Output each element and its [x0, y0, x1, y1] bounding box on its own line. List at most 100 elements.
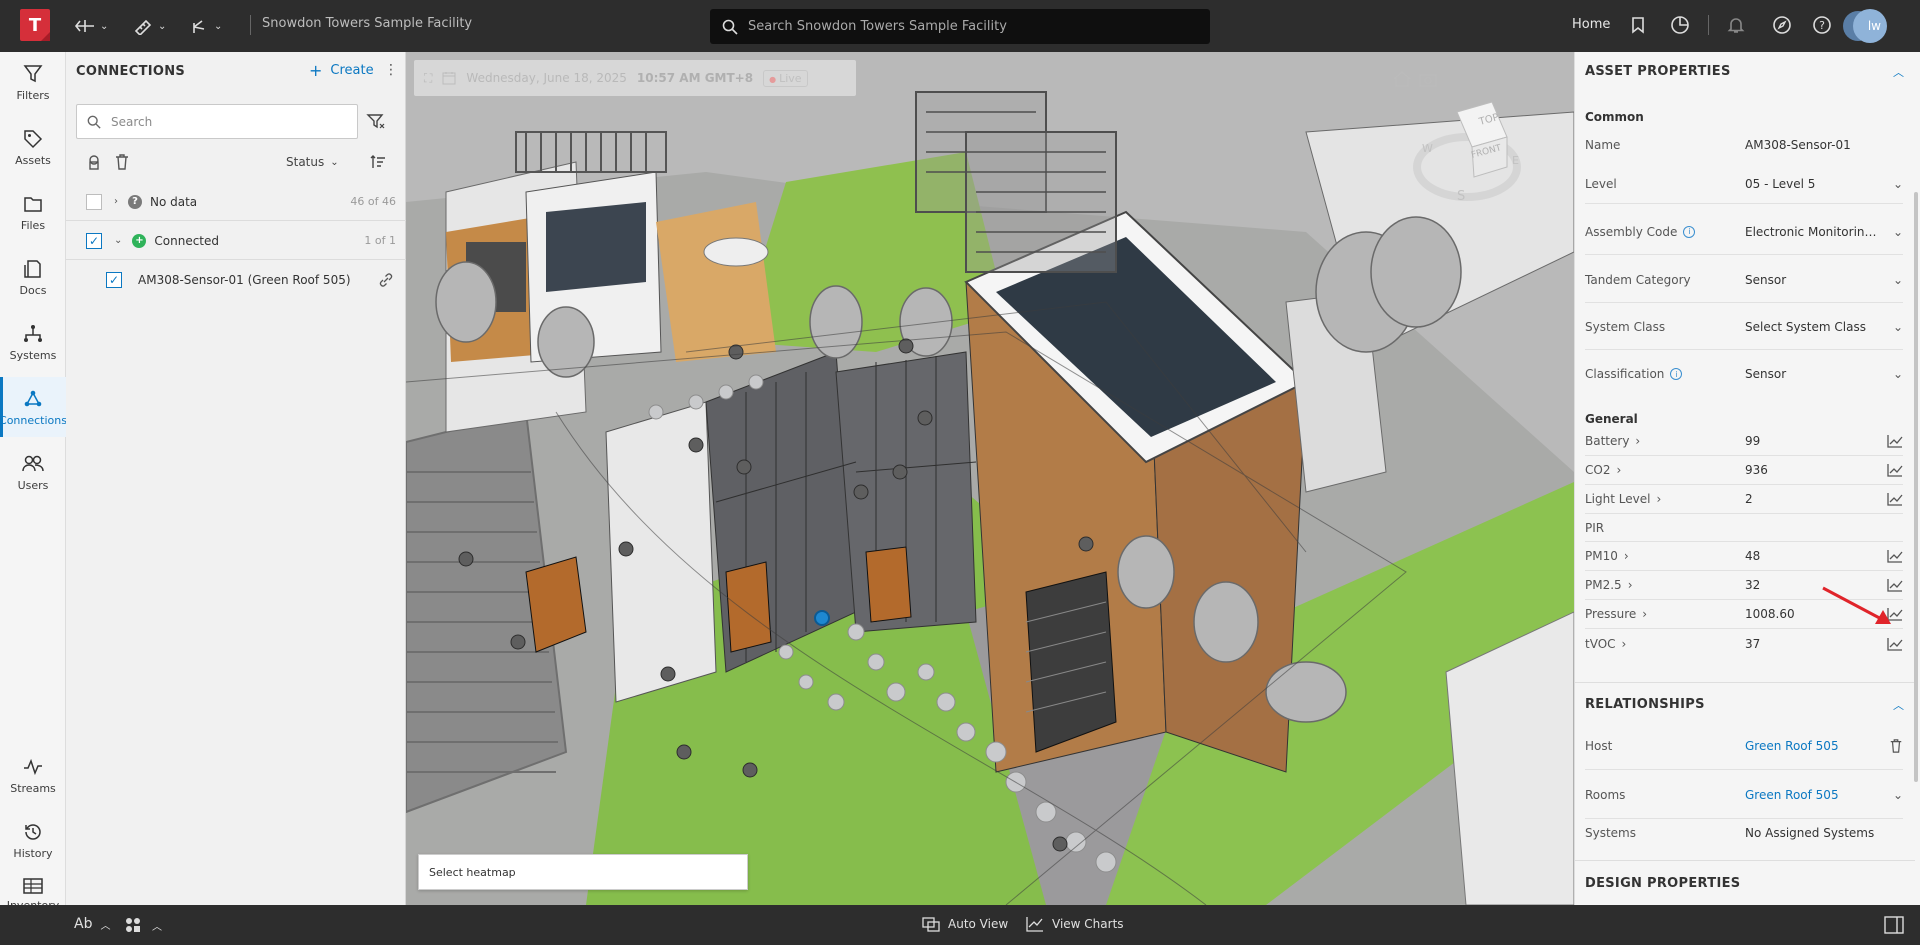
connections-search-input[interactable]: Search [76, 104, 358, 139]
property-key[interactable]: PM10 › [1585, 549, 1745, 563]
rail-item-files[interactable]: Files [0, 182, 66, 242]
trash-icon[interactable] [114, 153, 130, 171]
status-sort-dropdown[interactable]: Status ⌄ [286, 155, 339, 169]
link-icon[interactable] [378, 272, 394, 288]
dashboard-button[interactable] [1668, 13, 1692, 37]
property-row-battery[interactable]: Battery › 99 [1585, 427, 1903, 456]
sort-direction-button[interactable] [370, 154, 386, 173]
line-chart-icon[interactable] [1887, 463, 1903, 477]
facility-name[interactable]: Snowdon Towers Sample Facility [262, 16, 472, 31]
text-display-toggle[interactable]: Ab ︿ [74, 916, 110, 932]
chevron-down-icon[interactable]: ⌄ [1893, 320, 1903, 334]
heatmap-select[interactable]: Select heatmap [418, 854, 748, 890]
property-value-link[interactable]: Green Roof 505 [1745, 788, 1903, 802]
chevron-down-icon[interactable]: ⌄ [1893, 225, 1903, 239]
chevron-down-icon[interactable]: ⌄ [114, 235, 122, 246]
time-text[interactable]: 10:57 AM GMT+8 [637, 71, 753, 85]
building-3d-model[interactable] [406, 52, 1574, 905]
more-options-icon[interactable]: ⋮ [384, 62, 398, 78]
rail-item-streams[interactable]: Streams [0, 745, 66, 805]
property-value[interactable]: Sensor [1745, 273, 1903, 287]
checkbox[interactable] [86, 232, 102, 249]
chevron-down-icon[interactable]: ⌄ [1893, 367, 1903, 381]
property-value[interactable]: Select System Class [1745, 320, 1903, 334]
timeline-control[interactable]: ⛶ Wednesday, June 18, 2025 10:57 AM GMT+… [414, 60, 856, 96]
rail-item-connections[interactable]: Connections [0, 377, 67, 437]
info-icon[interactable]: i [1670, 368, 1683, 380]
rail-item-docs[interactable]: Docs [0, 247, 66, 307]
chevron-down-icon[interactable]: ⌄ [1893, 273, 1903, 287]
property-row-assembly-code[interactable]: Assembly Code i Electronic Monitoring and… [1585, 209, 1903, 255]
chevron-up-icon[interactable]: ︿ [1893, 697, 1904, 713]
chevron-down-icon[interactable]: ⌄ [1893, 788, 1903, 802]
property-key[interactable]: PM2.5 › [1585, 578, 1745, 592]
view-cube[interactable]: TOP FRONT W E S [1412, 92, 1522, 202]
branch-tool-button[interactable]: ⌄ [188, 12, 222, 40]
property-key[interactable]: tVOC › [1585, 637, 1745, 651]
notifications-button[interactable] [1724, 13, 1748, 37]
group-row-no-data[interactable]: › ? No data 46 of 46 [66, 183, 406, 221]
ruler-tool-button[interactable]: ⌄ [132, 12, 166, 40]
view-charts-button[interactable]: View Charts [1026, 916, 1124, 932]
info-icon[interactable]: i [1683, 225, 1696, 238]
property-value[interactable]: 05 - Level 5 [1745, 177, 1903, 191]
calendar-icon[interactable] [442, 71, 456, 85]
property-row-co2[interactable]: CO2 › 936 [1585, 456, 1903, 485]
property-row-tvoc[interactable]: tVOC › 37 [1585, 629, 1903, 658]
property-value[interactable]: Sensor [1745, 367, 1903, 381]
trash-icon[interactable] [1889, 738, 1903, 754]
chevron-down-icon[interactable]: ⌄ [1893, 177, 1903, 191]
properties-scrollbar[interactable] [1914, 192, 1918, 782]
property-row-level[interactable]: Level 05 - Level 5 ⌄ [1585, 164, 1903, 204]
line-chart-icon[interactable] [1887, 549, 1903, 563]
property-row-rooms[interactable]: Rooms Green Roof 505 ⌄ [1585, 771, 1903, 819]
rail-item-assets[interactable]: Assets [0, 117, 66, 177]
explore-button[interactable] [1770, 13, 1794, 37]
property-value-link[interactable]: Green Roof 505 [1745, 739, 1903, 753]
model-viewer-canvas[interactable]: ⛶ Wednesday, June 18, 2025 10:57 AM GMT+… [406, 52, 1574, 905]
shapes-toggle[interactable]: ︿ [124, 916, 162, 934]
property-row-classification[interactable]: Classification i Sensor ⌄ [1585, 351, 1903, 397]
property-row-host[interactable]: Host Green Roof 505 [1585, 722, 1903, 770]
property-row-tandem-category[interactable]: Tandem Category Sensor ⌄ [1585, 257, 1903, 303]
property-row-system-class[interactable]: System Class Select System Class ⌄ [1585, 304, 1903, 350]
property-key[interactable]: Light Level › [1585, 492, 1745, 506]
property-value[interactable]: AM308-Sensor-01 [1745, 138, 1903, 152]
date-text[interactable]: Wednesday, June 18, 2025 [466, 71, 627, 85]
property-row-pm10[interactable]: PM10 › 48 [1585, 542, 1903, 571]
create-button[interactable]: + Create [309, 61, 374, 80]
checkbox[interactable] [106, 272, 122, 288]
auto-view-button[interactable]: Auto View [922, 916, 1008, 932]
line-chart-icon[interactable] [1887, 434, 1903, 448]
list-item[interactable]: AM308-Sensor-01 (Green Roof 505) [66, 261, 406, 299]
camera-icon[interactable] [1418, 70, 1438, 88]
user-avatar[interactable]: lw [1853, 9, 1887, 43]
chevron-up-icon[interactable]: ︿ [1893, 64, 1904, 80]
bookmark-button[interactable] [1626, 13, 1650, 37]
home-view-icon[interactable] [1392, 70, 1412, 88]
rail-item-users[interactable]: Users [0, 442, 66, 502]
tandem-logo[interactable]: T [20, 9, 50, 41]
expand-icon[interactable]: ⛶ [424, 71, 432, 86]
live-badge[interactable]: Live [763, 69, 808, 87]
measure-tool-button[interactable]: ⌄ [74, 12, 108, 40]
property-key[interactable]: Pressure › [1585, 607, 1745, 621]
property-key[interactable]: CO2 › [1585, 463, 1745, 477]
lock-link-icon[interactable] [86, 153, 102, 171]
filter-button[interactable] [366, 112, 386, 133]
property-value[interactable]: Electronic Monitoring and Control [1745, 225, 1903, 239]
property-key[interactable]: Battery › [1585, 434, 1745, 448]
line-chart-icon[interactable] [1887, 637, 1903, 651]
property-row-light-level[interactable]: Light Level › 2 [1585, 485, 1903, 514]
toggle-panel-button[interactable] [1884, 916, 1904, 934]
rail-item-history[interactable]: History [0, 810, 66, 870]
rail-item-systems[interactable]: Systems [0, 312, 66, 372]
global-search-input[interactable]: Search Snowdon Towers Sample Facility [710, 9, 1210, 44]
checkbox[interactable] [86, 193, 102, 210]
chevron-right-icon[interactable]: › [114, 196, 118, 207]
help-button[interactable]: ? [1810, 13, 1834, 37]
group-row-connected[interactable]: ⌄ + Connected 1 of 1 [66, 222, 406, 260]
rail-item-filters[interactable]: Filters [0, 52, 66, 112]
home-link[interactable]: Home [1572, 17, 1610, 32]
line-chart-icon[interactable] [1887, 492, 1903, 506]
